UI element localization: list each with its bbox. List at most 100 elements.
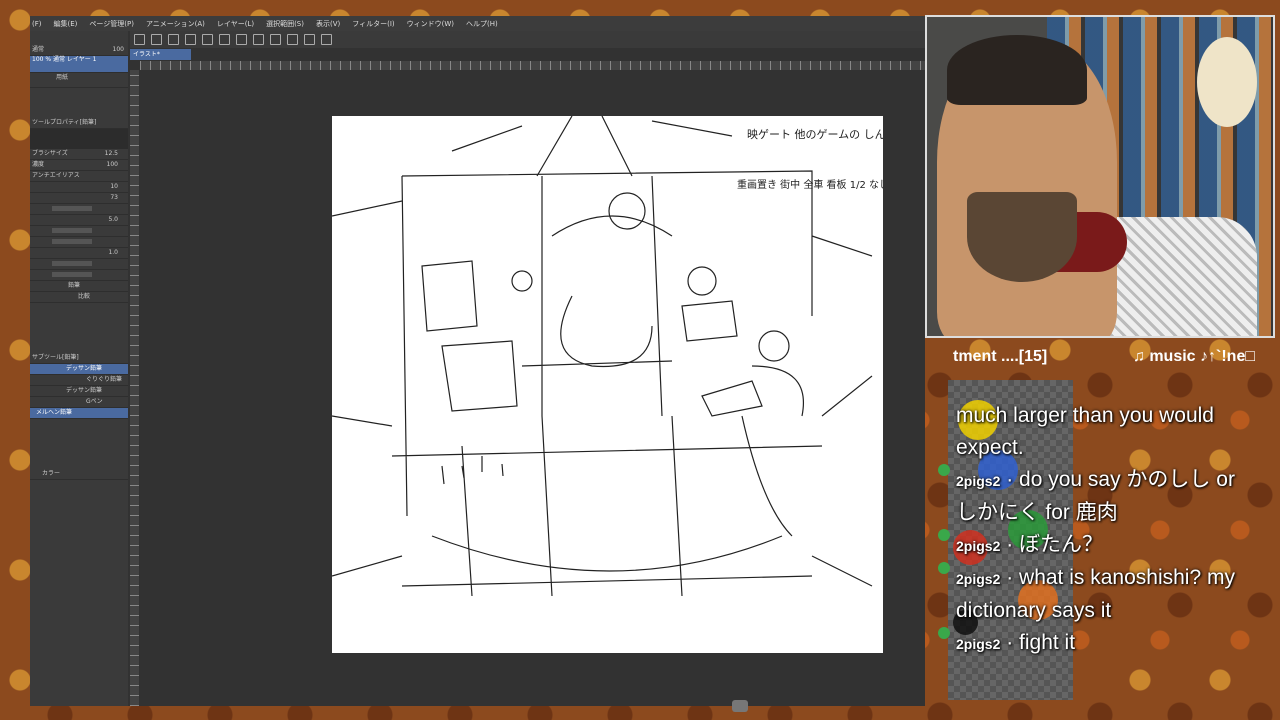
now-playing-right: ♫ music ♪↑`!ne□ [1132,348,1255,365]
brush-size-label: ブラシサイズ [32,150,68,157]
chat-username: 2pigs2 [956,473,1001,489]
menu-layer[interactable]: レイヤー(L) [217,19,254,29]
menu-file[interactable]: (F) [32,20,42,28]
setting-row[interactable]: 5.0 [30,215,128,226]
menu-help[interactable]: ヘルプ(H) [466,19,498,29]
chat-text: fight it [1019,631,1076,654]
user-badge-icon [938,562,950,574]
slider[interactable] [52,239,92,244]
redo-icon[interactable] [202,34,213,45]
tab-document[interactable]: イラスト* [130,49,191,60]
sketch-stroke [451,115,733,177]
clear-icon[interactable] [219,34,230,45]
fill-icon[interactable] [236,34,247,45]
setting-row[interactable]: 10 [30,182,128,193]
sketch-stroke [608,192,646,230]
ruler-icon[interactable] [287,34,298,45]
slider[interactable] [52,272,92,277]
menu-edit[interactable]: 編集(E) [54,19,78,29]
pen-row[interactable]: 鉛筆 [30,281,128,292]
sub-tool-item[interactable]: ぐりぐり鉛筆 [30,375,128,386]
brush-size-row[interactable]: ブラシサイズ 12.5 [30,149,128,160]
setting-value[interactable]: 1.0 [108,248,118,258]
sketch-stroke [687,266,717,296]
menu-filter[interactable]: フィルター(I) [352,19,394,29]
sketch-drawing: 映ゲート 他のゲームの しんろく ポータル 重画置き 街中 全車 看板 1/2 … [331,115,955,597]
layer-row-paper[interactable]: 用紙 [30,73,128,88]
sketch-stroke [681,300,738,342]
panel-spacer [30,419,128,469]
chat-message: 2pigs2 · ぼたん？ [938,529,1245,562]
menu-view[interactable]: 表示(V) [316,19,340,29]
drawing-canvas[interactable]: 映ゲート 他のゲームの しんろく ポータル 重画置き 街中 全車 看板 1/2 … [331,115,955,653]
setting-value[interactable]: 10 [110,182,118,192]
new-icon[interactable] [134,34,145,45]
menu-window[interactable]: ウィンドウ(W) [407,19,454,29]
setting-value[interactable]: 5.0 [108,215,118,225]
sub-tool-item[interactable]: Gペン [30,397,128,408]
layer-label: 用紙 [56,74,69,81]
left-panel: 通常 100 100 % 通常 レイヤー 1 用紙 ツールプロパティ[鉛筆] ブ… [30,31,128,706]
chat-message: 2pigs2 · what is kanoshishi? my dictiona… [938,562,1245,627]
anti-alias-label: アンチエイリアス [32,172,80,179]
setting-value[interactable]: 73 [110,193,118,203]
open-icon[interactable] [151,34,162,45]
color-row[interactable]: カラー [30,469,128,480]
layer-row-1[interactable]: 100 % 通常 レイヤー 1 [30,56,128,73]
menu-page[interactable]: ページ管理(P) [89,19,134,29]
menu-animation[interactable]: アニメーション(A) [146,19,205,29]
webcam-overlay [925,15,1275,338]
note-top-right: 映ゲート 他のゲームの しんろく ポータル [747,128,883,141]
chat-message: much larger than you would expect. [950,400,1245,464]
chat-text: ぼたん？ [1019,533,1104,556]
sketch-stroke [741,365,804,537]
chat-overlay: much larger than you would expect. 2pigs… [938,400,1245,660]
chat-text: much larger than you would expect. [956,404,1214,459]
sketch-stroke [421,260,518,412]
setting-row[interactable]: 73 [30,193,128,204]
mouse-cursor-icon [732,700,748,712]
snap-icon[interactable] [321,34,332,45]
setting-row[interactable] [30,204,128,215]
density-value[interactable]: 100 [107,160,118,170]
pen-icon[interactable] [304,34,315,45]
transform-icon[interactable] [253,34,264,45]
setting-row[interactable]: 1.0 [30,248,128,259]
teddy-bear [1197,37,1257,127]
now-playing-bar: tment ....[15] ♫ music ♪↑`!ne□ [925,348,1255,370]
select-icon[interactable] [270,34,281,45]
mode-row[interactable]: 比較 [30,292,128,303]
note-middle: 重画置き 街中 全車 看板 1/2 なし [737,178,883,191]
save-icon[interactable] [168,34,179,45]
setting-row[interactable] [30,237,128,248]
slider[interactable] [52,261,92,266]
sub-tool-item[interactable]: デッサン鉛筆 [30,386,128,397]
chat-message: 2pigs2 · do you say かのしし or しかにく for 鹿肉 [938,464,1245,529]
sub-tool-item[interactable]: デッサン鉛筆 [30,364,128,375]
horizontal-ruler [140,61,925,70]
color-select[interactable]: カラー [42,470,60,477]
slider[interactable] [52,206,92,211]
density-row[interactable]: 濃度 100 [30,160,128,171]
slider[interactable] [52,228,92,233]
sketch-stroke [521,175,673,417]
sketch-stroke [431,535,783,572]
density-label: 濃度 [32,161,45,168]
anti-alias-row[interactable]: アンチエイリアス [30,171,128,182]
mode-label[interactable]: 比較 [78,293,90,300]
sketch-stroke [758,330,790,362]
menu-selection[interactable]: 選択範囲(S) [266,19,304,29]
setting-row[interactable] [30,226,128,237]
panel-spacer [30,303,128,353]
undo-icon[interactable] [185,34,196,45]
layer-label: 100 % 通常 レイヤー 1 [32,56,97,63]
sub-tool-item[interactable]: メルヘン鉛筆 [30,408,128,419]
user-badge-icon [938,464,950,476]
opacity-value[interactable]: 100 [113,45,124,55]
blend-mode-select[interactable]: 通常 [32,46,44,53]
setting-row[interactable] [30,259,128,270]
sketch-stroke [391,170,823,587]
setting-row[interactable] [30,270,128,281]
brush-size-value[interactable]: 12.5 [105,149,118,159]
chat-username: 2pigs2 [956,636,1001,652]
